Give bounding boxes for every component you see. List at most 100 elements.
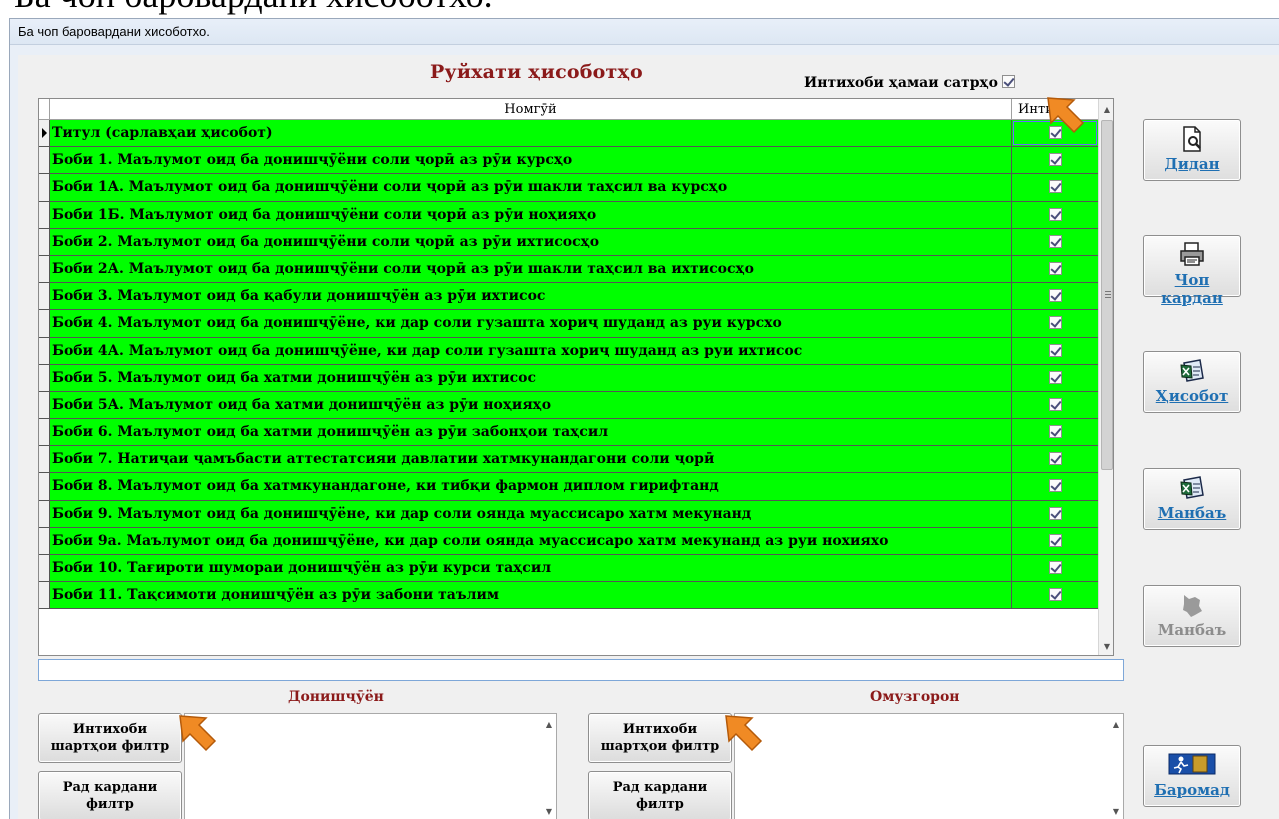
row-header[interactable] xyxy=(39,419,50,446)
row-header[interactable] xyxy=(39,228,50,255)
students-clear-filter-button[interactable]: Рад кардани филтр xyxy=(38,771,182,819)
report-name-cell[interactable]: Боби 10. Тағироти шумораи донишҷӯён аз р… xyxy=(50,555,1012,582)
scroll-up-arrow-icon[interactable]: ▲ xyxy=(1099,101,1113,118)
row-checkbox[interactable] xyxy=(1048,533,1062,547)
report-name-cell[interactable]: Боби 2. Маълумот оид ба донишҷӯёни соли … xyxy=(50,228,1012,255)
select-all-checkbox[interactable] xyxy=(1001,74,1015,88)
table-row[interactable]: Боби 1. Маълумот оид ба донишҷӯёни соли … xyxy=(39,147,1098,175)
row-header[interactable] xyxy=(39,310,50,337)
select-cell[interactable] xyxy=(1012,202,1098,228)
table-row[interactable]: Боби 4. Маълумот оид ба донишҷӯёне, ки д… xyxy=(39,310,1098,338)
row-header[interactable] xyxy=(39,174,50,201)
column-header-name[interactable]: Номгӯй xyxy=(50,99,1012,120)
select-cell[interactable] xyxy=(1012,582,1098,608)
scroll-down-arrow-icon[interactable]: ▼ xyxy=(1099,638,1113,655)
row-checkbox[interactable] xyxy=(1048,479,1062,493)
table-row[interactable]: Титул (сарлавҳаи ҳисобот) xyxy=(39,120,1098,148)
row-header[interactable] xyxy=(39,255,50,283)
select-cell[interactable] xyxy=(1012,528,1098,554)
reports-grid[interactable]: Номгӯй Интих Титул (сарлавҳаи ҳисобот) Бо… xyxy=(38,98,1114,656)
row-checkbox[interactable] xyxy=(1048,425,1062,439)
select-cell[interactable] xyxy=(1012,392,1098,418)
exit-button[interactable]: Баромад xyxy=(1143,745,1241,807)
report-name-cell[interactable]: Боби 5. Маълумот оид ба хатми донишҷӯён … xyxy=(50,364,1012,391)
table-row[interactable]: Боби 2. Маълумот оид ба донишҷӯёни соли … xyxy=(39,228,1098,256)
row-checkbox[interactable] xyxy=(1048,153,1062,167)
row-checkbox[interactable] xyxy=(1048,506,1062,520)
table-row[interactable]: Боби 1Б. Маълумот оид ба донишҷӯёни соли… xyxy=(39,201,1098,229)
table-row[interactable]: Боби 9. Маълумот оид ба донишҷӯёне, ки д… xyxy=(39,500,1098,528)
table-row[interactable]: Боби 9а. Маълумот оид ба донишҷӯёне, ки … xyxy=(39,527,1098,555)
row-header[interactable] xyxy=(39,582,50,609)
row-checkbox[interactable] xyxy=(1048,289,1062,303)
teachers-filter-textarea[interactable]: ▲ ▼ xyxy=(734,713,1124,819)
select-cell[interactable] xyxy=(1012,473,1098,499)
select-cell[interactable] xyxy=(1012,555,1098,581)
row-header[interactable] xyxy=(39,283,50,310)
row-header[interactable] xyxy=(39,337,50,364)
row-header[interactable] xyxy=(39,391,50,419)
table-row[interactable]: Боби 1А. Маълумот оид ба донишҷӯёни соли… xyxy=(39,174,1098,202)
report-name-cell[interactable]: Боби 2А. Маълумот оид ба донишҷӯёни соли… xyxy=(50,255,1012,283)
report-name-cell[interactable]: Боби 6. Маълумот оид ба хатми донишҷӯён … xyxy=(50,419,1012,446)
report-button[interactable]: Ҳисобот xyxy=(1143,351,1241,413)
select-cell[interactable] xyxy=(1012,283,1098,309)
row-checkbox[interactable] xyxy=(1048,261,1062,275)
row-header[interactable] xyxy=(39,473,50,500)
row-checkbox[interactable] xyxy=(1048,561,1062,574)
memo-scroll-down-icon[interactable]: ▼ xyxy=(1113,807,1119,816)
row-checkbox[interactable] xyxy=(1048,316,1062,330)
row-header[interactable] xyxy=(39,364,50,391)
report-name-cell[interactable]: Боби 11. Тақсимоти донишҷӯён аз рӯи забо… xyxy=(50,582,1012,609)
memo-scroll-down-icon[interactable]: ▼ xyxy=(546,807,552,816)
table-row[interactable]: Боби 7. Натиҷаи ҷамъбасти аттестатсияи д… xyxy=(39,446,1098,474)
row-checkbox[interactable] xyxy=(1048,452,1062,466)
report-name-cell[interactable]: Боби 5А. Маълумот оид ба хатми донишҷӯён… xyxy=(50,391,1012,419)
select-cell[interactable] xyxy=(1012,256,1098,282)
scroll-thumb[interactable] xyxy=(1101,120,1113,470)
students-filter-button[interactable]: Интихоби шартҳои филтр xyxy=(38,713,182,763)
table-row[interactable]: Боби 5А. Маълумот оид ба хатми донишҷӯён… xyxy=(39,391,1098,420)
report-name-cell[interactable]: Титул (сарлавҳаи ҳисобот) xyxy=(50,120,1012,147)
source-button[interactable]: Манбаъ xyxy=(1143,468,1241,530)
teachers-clear-filter-button[interactable]: Рад кардани филтр xyxy=(588,771,732,819)
report-name-cell[interactable]: Боби 1. Маълумот оид ба донишҷӯёни соли … xyxy=(50,147,1012,174)
select-cell[interactable] xyxy=(1012,365,1098,391)
memo-scroll-up-icon[interactable]: ▲ xyxy=(546,720,552,729)
table-row[interactable]: Боби 4А. Маълумот оид ба донишҷӯёне, ки … xyxy=(39,337,1098,365)
print-button[interactable]: Чоп кардан xyxy=(1143,235,1241,307)
table-row[interactable]: Боби 10. Тағироти шумораи донишҷӯён аз р… xyxy=(39,555,1098,583)
row-header[interactable] xyxy=(39,147,50,174)
select-cell[interactable] xyxy=(1012,174,1098,200)
report-name-cell[interactable]: Боби 4. Маълумот оид ба донишҷӯёне, ки д… xyxy=(50,310,1012,337)
select-cell[interactable] xyxy=(1012,446,1098,472)
row-checkbox[interactable] xyxy=(1048,370,1062,384)
select-all-rows[interactable]: Интихоби ҳамаи сатрҳо xyxy=(804,74,1015,91)
select-cell[interactable] xyxy=(1012,229,1098,255)
table-row[interactable]: Боби 5. Маълумот оид ба хатми донишҷӯён … xyxy=(39,364,1098,392)
select-cell[interactable] xyxy=(1012,147,1098,173)
row-header[interactable] xyxy=(39,555,50,582)
row-checkbox[interactable] xyxy=(1048,207,1062,221)
table-row[interactable]: Боби 2А. Маълумот оид ба донишҷӯёни соли… xyxy=(39,255,1098,284)
students-filter-textarea[interactable]: ▲ ▼ xyxy=(184,713,557,819)
source-disabled-button[interactable]: Манбаъ xyxy=(1143,585,1241,647)
row-checkbox[interactable] xyxy=(1048,180,1062,194)
row-checkbox[interactable] xyxy=(1048,588,1062,602)
select-cell[interactable] xyxy=(1012,419,1098,445)
table-row[interactable]: Боби 3. Маълумот оид ба қабули донишҷӯён… xyxy=(39,283,1098,311)
select-cell[interactable] xyxy=(1012,501,1098,527)
report-name-cell[interactable]: Боби 7. Натиҷаи ҷамъбасти аттестатсияи д… xyxy=(50,446,1012,473)
row-header[interactable] xyxy=(39,500,50,527)
memo-scroll-up-icon[interactable]: ▲ xyxy=(1113,720,1119,729)
report-name-cell[interactable]: Боби 1Б. Маълумот оид ба донишҷӯёни соли… xyxy=(50,201,1012,228)
table-row[interactable]: Боби 11. Тақсимоти донишҷӯён аз рӯи забо… xyxy=(39,582,1098,610)
row-checkbox[interactable] xyxy=(1048,343,1062,357)
select-cell[interactable] xyxy=(1012,338,1098,364)
report-name-cell[interactable]: Боби 9. Маълумот оид ба донишҷӯёне, ки д… xyxy=(50,500,1012,527)
view-button[interactable]: Дидан xyxy=(1143,119,1241,181)
grid-vertical-scrollbar[interactable]: ▲ ▼ xyxy=(1098,99,1113,655)
table-row[interactable]: Боби 6. Маълумот оид ба хатми донишҷӯён … xyxy=(39,419,1098,447)
report-name-cell[interactable]: Боби 4А. Маълумот оид ба донишҷӯёне, ки … xyxy=(50,337,1012,364)
row-header[interactable] xyxy=(39,527,50,554)
